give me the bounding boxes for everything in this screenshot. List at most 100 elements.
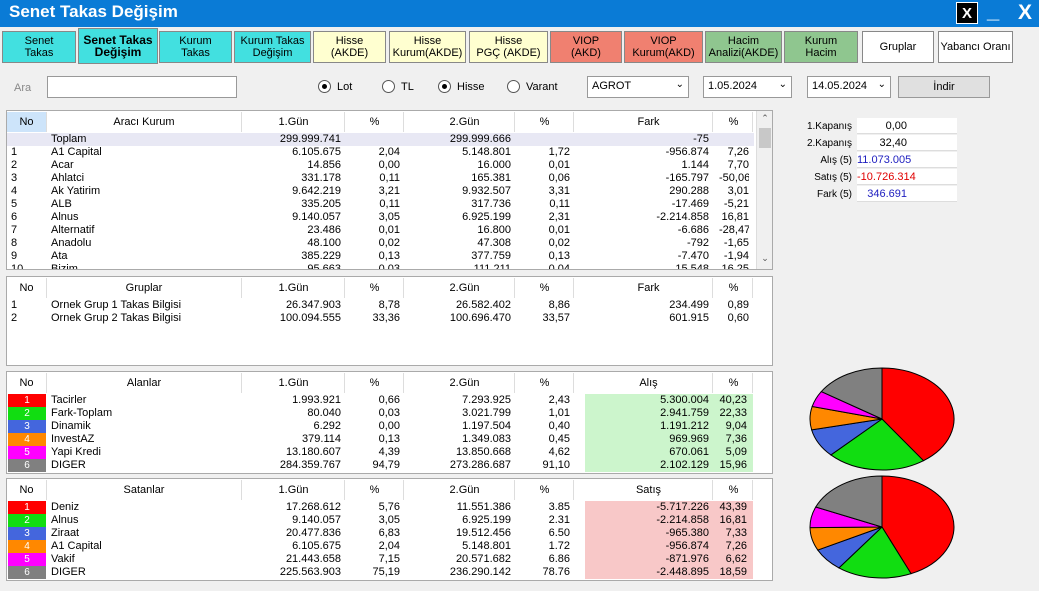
table-row[interactable]: 10 Bizim 95.663 0,03 111.211 0,04 15.548 16,25 <box>7 263 754 269</box>
column-header[interactable]: 2.Gün <box>415 278 515 298</box>
x-logo-icon[interactable]: X <box>956 2 978 24</box>
column-header[interactable]: Alanlar <box>47 373 242 393</box>
table-row[interactable]: 1 Ornek Grup 1 Takas Bilgisi 26.347.903 8,7… <box>7 299 754 312</box>
tab-7[interactable]: VIOP (AKD) <box>550 31 622 63</box>
radio-hisse[interactable]: Hisse <box>438 80 485 93</box>
table-cell: 3 <box>8 527 46 540</box>
table-cell: 1 <box>11 299 18 311</box>
tab-4[interactable]: Hisse (AKDE) <box>313 31 386 63</box>
table-row[interactable]: 9 Ata 385.229 0,13 377.759 0,13 -7.470 -1,94 <box>7 250 754 263</box>
radio-tl[interactable]: TL <box>382 80 414 93</box>
table-row[interactable]: Toplam 299.999.741 299.999.666 -75 <box>7 133 754 146</box>
table-row[interactable]: 6 DIGER 225.563.903 75,19 236.290.142 78.76 -2… <box>7 566 754 579</box>
scroll-down-icon[interactable]: ⌄ <box>757 253 772 267</box>
table-cell: 0,60 <box>727 312 749 324</box>
tab-9[interactable]: Hacim Analizi(AKDE) <box>705 31 782 63</box>
tab-bar: Senet Takas Senet Takas Değişim Kurum Taka… <box>0 28 1039 64</box>
table-row[interactable]: 7 Alternatif 23.486 0,01 16.800 0,01 -6.686 -28… <box>7 224 754 237</box>
column-header[interactable]: No <box>7 278 47 298</box>
tab-0[interactable]: Senet Takas <box>2 31 76 63</box>
column-header[interactable]: 2.Gün <box>415 373 515 393</box>
column-header[interactable]: % <box>715 278 753 298</box>
tab-2[interactable]: Kurum Takas <box>159 31 232 63</box>
radio-lot[interactable]: Lot <box>318 80 352 93</box>
column-header[interactable]: 2.Gün <box>415 480 515 500</box>
summary-value: -10.726.314 <box>857 169 957 185</box>
radio-varant[interactable]: Varant <box>507 80 558 93</box>
table-row[interactable]: 3 Ziraat 20.477.836 6,83 19.512.456 6.50 -965.… <box>7 527 754 540</box>
scrollbar[interactable]: ⌃ ⌄ <box>756 111 772 269</box>
column-header[interactable]: 1.Gün <box>243 480 345 500</box>
table-row[interactable]: 5 ALB 335.205 0,11 317.736 0,11 -17.469 -5,21 <box>7 198 754 211</box>
table-cell: 43,39 <box>715 501 753 514</box>
summary-value: 346.691 <box>857 186 957 202</box>
column-header[interactable]: % <box>715 112 753 132</box>
tab-5[interactable]: Hisse Kurum(AKDE) <box>389 31 466 63</box>
table-row[interactable]: 5 Yapi Kredi 13.180.607 4,39 13.850.668 4,62 6… <box>7 446 754 459</box>
tab-6[interactable]: Hisse PGÇ (AKDE) <box>469 31 548 63</box>
column-header[interactable]: 1.Gün <box>243 112 345 132</box>
table-row[interactable]: 2 Ornek Grup 2 Takas Bilgisi 100.094.555 33… <box>7 312 754 325</box>
table-cell: 0,01 <box>548 159 570 171</box>
radio-varant-circle[interactable] <box>507 80 520 93</box>
table-row[interactable]: 2 Fark-Toplam 80.040 0,03 3.021.799 1,01 2.941… <box>7 407 754 420</box>
table-row[interactable]: 8 Anadolu 48.100 0,02 47.308 0,02 -792 -1,65 <box>7 237 754 250</box>
column-header[interactable]: % <box>715 480 753 500</box>
column-header[interactable]: % <box>516 112 574 132</box>
table-row[interactable]: 1 Deniz 17.268.612 5,76 11.551.386 3.85 -5.717… <box>7 501 754 514</box>
column-header[interactable]: Alış <box>585 373 713 393</box>
column-header[interactable]: 2.Gün <box>415 112 515 132</box>
column-header[interactable]: No <box>7 112 47 132</box>
column-header[interactable]: Satış <box>585 480 713 500</box>
column-header[interactable]: Aracı Kurum <box>47 112 242 132</box>
tab-11[interactable]: Gruplar <box>862 31 934 63</box>
column-header[interactable]: % <box>346 112 404 132</box>
table-row[interactable]: 2 Alnus 9.140.057 3,05 6.925.199 2.31 -2.214.8… <box>7 514 754 527</box>
column-header[interactable]: % <box>715 373 753 393</box>
table-row[interactable]: 4 Ak Yatirim 9.642.219 3,21 9.932.507 3,31 290… <box>7 185 754 198</box>
column-header[interactable]: 1.Gün <box>243 373 345 393</box>
table-row[interactable]: 3 Dinamik 6.292 0,00 1.197.504 0,40 1.191.212 9… <box>7 420 754 433</box>
column-header[interactable]: No <box>7 373 47 393</box>
table-row[interactable]: 4 A1 Capital 6.105.675 2,04 5.148.801 1.72 -95… <box>7 540 754 553</box>
radio-tl-circle[interactable] <box>382 80 395 93</box>
table-row[interactable]: 1 A1 Capital 6.105.675 2,04 5.148.801 1,72 -95… <box>7 146 754 159</box>
tab-12[interactable]: Yabancı Oranı <box>938 31 1013 63</box>
column-header[interactable]: % <box>346 373 404 393</box>
tab-1[interactable]: Senet Takas Değişim <box>78 28 158 64</box>
search-input[interactable] <box>47 76 237 98</box>
scroll-up-icon[interactable]: ⌃ <box>757 113 772 127</box>
column-header[interactable]: Fark <box>585 112 713 132</box>
table-row[interactable]: 6 Alnus 9.140.057 3,05 6.925.199 2,31 -2.214.8… <box>7 211 754 224</box>
download-button[interactable]: İndir <box>898 76 990 98</box>
column-header[interactable]: % <box>516 373 574 393</box>
tab-10[interactable]: Kurum Hacim <box>784 31 858 63</box>
column-header[interactable]: Gruplar <box>47 278 242 298</box>
radio-hisse-circle[interactable] <box>438 80 451 93</box>
column-header[interactable]: Satanlar <box>47 480 242 500</box>
symbol-select[interactable]: AGROT ⌄ <box>587 76 689 98</box>
table-row[interactable]: 2 Acar 14.856 0,00 16.000 0,01 1.144 7,70 <box>7 159 754 172</box>
table-row[interactable]: 5 Vakif 21.443.658 7,15 20.571.682 6.86 -871.9… <box>7 553 754 566</box>
column-header[interactable]: 1.Gün <box>243 278 345 298</box>
column-header[interactable]: % <box>346 480 404 500</box>
table-cell: 40,23 <box>715 394 753 407</box>
start-date-select[interactable]: 1.05.2024 ⌄ <box>703 76 792 98</box>
column-header[interactable]: No <box>7 480 47 500</box>
column-header[interactable]: % <box>516 480 574 500</box>
table-row[interactable]: 6 DIGER 284.359.767 94,79 273.286.687 91,10 2.… <box>7 459 754 472</box>
table-row[interactable]: 3 Ahlatci 331.178 0,11 165.381 0,06 -165.797 -5… <box>7 172 754 185</box>
tab-8[interactable]: VIOP Kurum(AKD) <box>624 31 703 63</box>
table-row[interactable]: 1 Tacirler 1.993.921 0,66 7.293.925 2,43 5.300… <box>7 394 754 407</box>
minimize-button[interactable]: _ <box>987 0 999 24</box>
column-header[interactable]: % <box>346 278 404 298</box>
column-header[interactable]: Fark <box>585 278 713 298</box>
close-button[interactable]: X <box>1018 1 1032 25</box>
table-row[interactable]: 4 InvestAZ 379.114 0,13 1.349.083 0,45 969.969… <box>7 433 754 446</box>
scroll-thumb[interactable] <box>759 128 771 148</box>
table-cell: 0,01 <box>548 224 570 236</box>
tab-3[interactable]: Kurum Takas Değişim <box>234 31 311 63</box>
radio-lot-circle[interactable] <box>318 80 331 93</box>
column-header[interactable]: % <box>516 278 574 298</box>
end-date-select[interactable]: 14.05.2024 ⌄ <box>807 76 891 98</box>
